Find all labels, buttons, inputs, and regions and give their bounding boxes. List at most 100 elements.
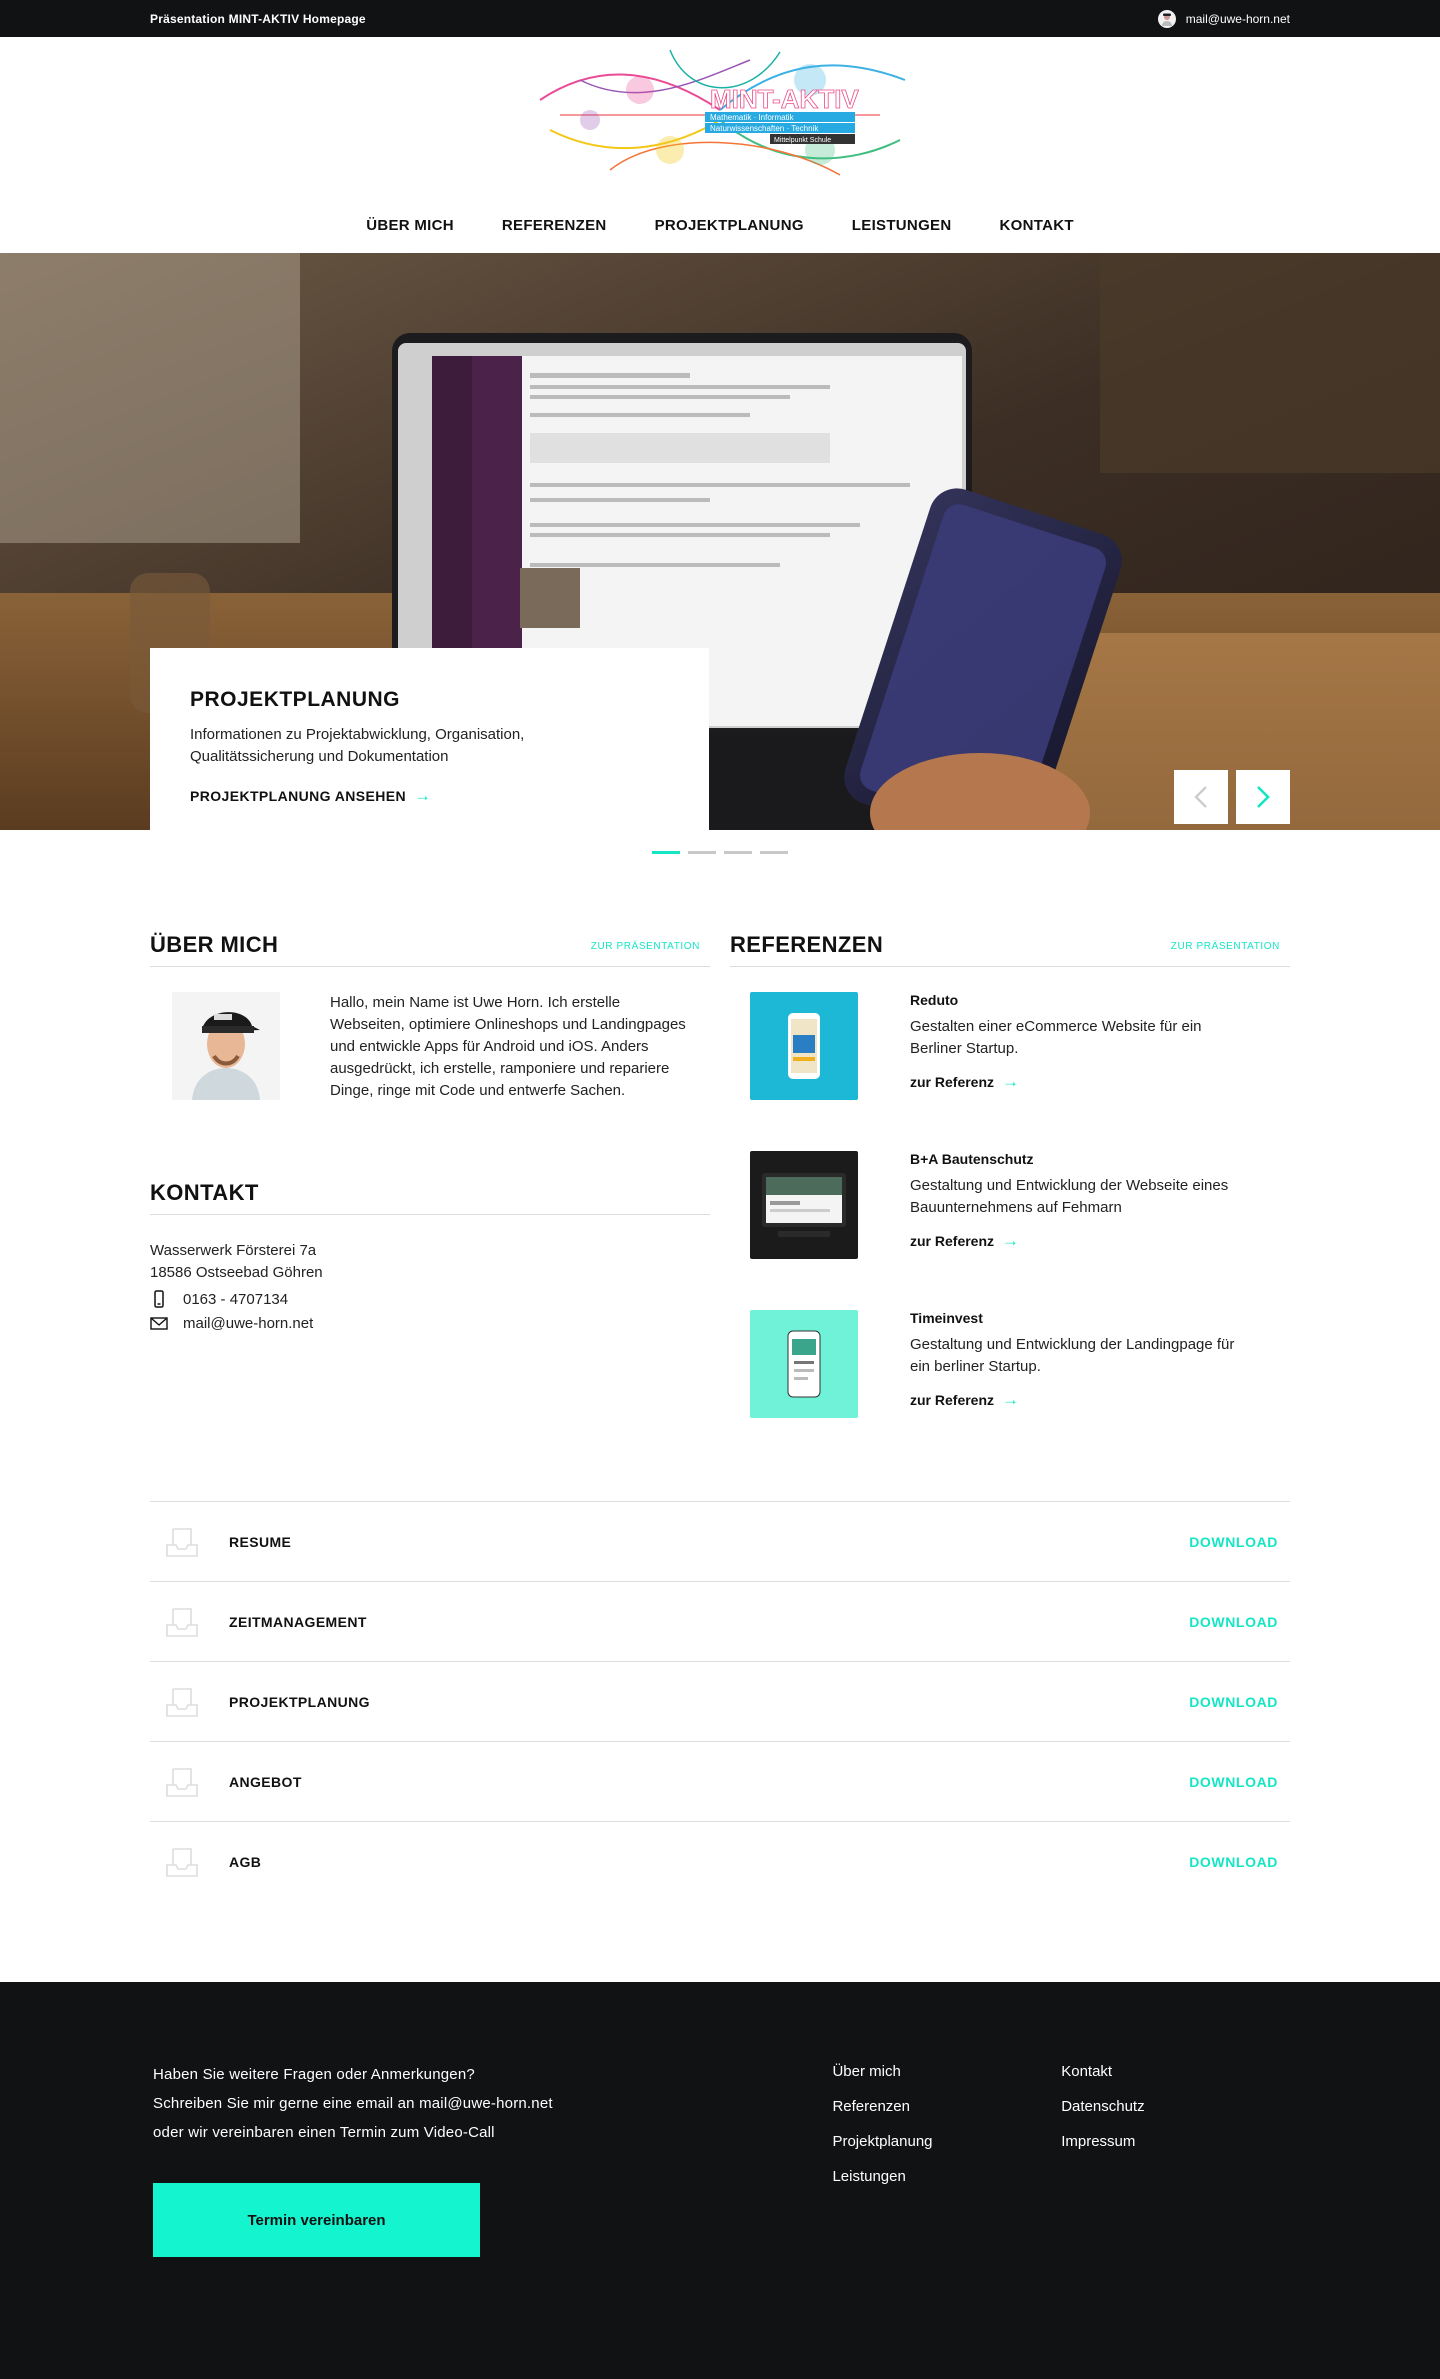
reference-thumbnail[interactable] — [750, 1310, 858, 1418]
reference-text: Gestaltung und Entwicklung der Landingpa… — [910, 1336, 1235, 1375]
reference-link[interactable]: zur Referenz → — [910, 1231, 1240, 1251]
nav-item-leistungen[interactable]: LEISTUNGEN — [852, 217, 952, 234]
logo-tagline-3: Mittelpunkt Schule — [774, 137, 831, 144]
document-tray-icon — [166, 1848, 198, 1877]
download-name: ANGEBOT — [229, 1773, 302, 1790]
nav-item-projektplanung[interactable]: PROJEKTPLANUNG — [655, 217, 804, 234]
reference-item: Reduto Gestalten einer eCommerce Website… — [730, 967, 1290, 1126]
reference-link[interactable]: zur Referenz → — [910, 1390, 1240, 1410]
top-bar: Präsentation MINT-AKTIV Homepage mail@uw… — [0, 0, 1440, 37]
document-tray-icon — [166, 1687, 198, 1717]
footer-links-1: Über mich Referenzen Projektplanung Leis… — [832, 2060, 1061, 2257]
download-row: PROJEKTPLANUNG DOWNLOAD — [150, 1662, 1290, 1742]
avatar — [1157, 9, 1176, 28]
slider-dot[interactable] — [760, 851, 788, 854]
document-tray-icon — [166, 1767, 198, 1797]
footer-link-referenzen[interactable]: Referenzen — [832, 2089, 1061, 2124]
topbar-email: mail@uwe-horn.net — [1185, 11, 1290, 26]
download-row: ZEITMANAGEMENT DOWNLOAD — [150, 1582, 1290, 1662]
downloads-list: RESUME DOWNLOAD ZEITMANAGEMENT DOWNLOAD … — [150, 1501, 1290, 1902]
mail-icon — [150, 1317, 168, 1330]
about-presentation-link[interactable]: ZUR PRÄSENTATION — [591, 941, 700, 952]
footer-link-leistungen[interactable]: Leistungen — [832, 2159, 1061, 2194]
address-city: 18586 Ostseebad Göhren — [150, 1264, 323, 1281]
footer-link-projektplanung[interactable]: Projektplanung — [832, 2124, 1061, 2159]
main-nav: ÜBER MICH REFERENZEN PROJEKTPLANUNG LEIS… — [0, 197, 1440, 253]
reference-link[interactable]: zur Referenz → — [910, 1072, 1240, 1092]
about-header: ÜBER MICH ZUR PRÄSENTATION — [150, 932, 710, 967]
footer-link-impressum[interactable]: Impressum — [1061, 2124, 1290, 2159]
arrow-right-icon: → — [413, 786, 432, 805]
download-button[interactable]: DOWNLOAD — [1189, 1854, 1278, 1870]
download-name: AGB — [229, 1854, 262, 1870]
footer-text-3: oder wir vereinbaren einen Termin zum Vi… — [153, 2124, 495, 2141]
portrait — [172, 992, 280, 1100]
reference-link-label: zur Referenz — [910, 1074, 995, 1090]
slider-dots — [0, 851, 1440, 854]
download-button[interactable]: DOWNLOAD — [1189, 1534, 1278, 1550]
document-tray-icon — [166, 1607, 198, 1637]
nav-item-kontakt[interactable]: KONTAKT — [999, 217, 1073, 234]
reference-link-label: zur Referenz — [910, 1233, 995, 1249]
download-row: ANGEBOT DOWNLOAD — [150, 1742, 1290, 1822]
contact-section: KONTAKT Wasserwerk Försterei 7a 18586 Os… — [150, 1180, 710, 1332]
topbar-email-link[interactable]: mail@uwe-horn.net — [1157, 9, 1290, 28]
site-title: Präsentation MINT-AKTIV Homepage — [150, 11, 366, 26]
slider-next-button[interactable] — [1236, 770, 1290, 824]
download-name: PROJEKTPLANUNG — [229, 1693, 370, 1710]
reference-thumbnail[interactable] — [750, 992, 858, 1100]
hero-card: PROJEKTPLANUNG Informationen zu Projekta… — [150, 648, 709, 830]
phone-icon — [154, 1290, 164, 1308]
footer-cta: Haben Sie weitere Fragen oder Anmerkunge… — [150, 2060, 832, 2257]
left-column: ÜBER MICH ZUR PRÄSENTATION Hallo, mein N… — [150, 932, 710, 1444]
footer: Haben Sie weitere Fragen oder Anmerkunge… — [0, 1982, 1440, 2379]
reference-thumbnail[interactable] — [750, 1151, 858, 1259]
download-row: AGB DOWNLOAD — [150, 1822, 1290, 1902]
email-line[interactable]: mail@uwe-horn.net — [150, 1314, 710, 1332]
phone-line[interactable]: 0163 - 4707134 — [150, 1290, 710, 1308]
contact-header: KONTAKT — [150, 1180, 710, 1215]
nav-item-referenzen[interactable]: REFERENZEN — [502, 217, 607, 234]
phone-number: 0163 - 4707134 — [183, 1290, 289, 1308]
reference-text: Gestaltung und Entwicklung der Webseite … — [910, 1177, 1229, 1216]
logo-tagline-1: Mathematik · Informatik — [710, 113, 795, 122]
footer-links-2: Kontakt Datenschutz Impressum — [1061, 2060, 1290, 2257]
slider-dot[interactable] — [652, 851, 680, 854]
footer-text-2: Schreiben Sie mir gerne eine email an ma… — [153, 2095, 553, 2112]
download-button[interactable]: DOWNLOAD — [1189, 1694, 1278, 1710]
footer-text-1: Haben Sie weitere Fragen oder Anmerkunge… — [153, 2066, 475, 2083]
reference-title: Reduto — [910, 992, 959, 1008]
hero-text: Informationen zu Projektabwicklung, Orga… — [190, 726, 525, 765]
arrow-right-icon: → — [1002, 1390, 1020, 1409]
slider-dot[interactable] — [688, 851, 716, 854]
mint-aktiv-logo[interactable]: MINT-AKTIV Mathematik · Informatik Natur… — [520, 40, 920, 195]
footer-link-datenschutz[interactable]: Datenschutz — [1061, 2089, 1290, 2124]
about-text: Hallo, mein Name ist Uwe Horn. Ich erste… — [330, 994, 686, 1099]
hero-link[interactable]: PROJEKTPLANUNG ANSEHEN → — [190, 786, 669, 806]
download-button[interactable]: DOWNLOAD — [1189, 1774, 1278, 1790]
footer-link-kontakt[interactable]: Kontakt — [1061, 2054, 1290, 2089]
logo-tagline-2: Naturwissenschaften · Technik — [710, 124, 819, 133]
hero-title: PROJEKTPLANUNG — [190, 688, 401, 711]
about-heading: ÜBER MICH — [150, 932, 279, 957]
download-name: RESUME — [229, 1533, 292, 1550]
slider-prev-button[interactable] — [1174, 770, 1228, 824]
references-presentation-link[interactable]: ZUR PRÄSENTATION — [1171, 941, 1280, 952]
logo-area[interactable]: MINT-AKTIV Mathematik · Informatik Natur… — [0, 37, 1440, 197]
hero-link-label: PROJEKTPLANUNG ANSEHEN — [190, 788, 406, 804]
appointment-button[interactable]: Termin vereinbaren — [153, 2183, 480, 2257]
download-name: ZEITMANAGEMENT — [229, 1613, 367, 1630]
footer-link-ueber-mich[interactable]: Über mich — [832, 2054, 1061, 2089]
address-street: Wasserwerk Försterei 7a — [150, 1242, 317, 1259]
reference-item: B+A Bautenschutz Gestaltung und Entwickl… — [730, 1126, 1290, 1285]
reference-item: Timeinvest Gestaltung und Entwicklung de… — [730, 1285, 1290, 1444]
download-button[interactable]: DOWNLOAD — [1189, 1614, 1278, 1630]
about-section: Hallo, mein Name ist Uwe Horn. Ich erste… — [150, 967, 710, 1102]
slider-dot[interactable] — [724, 851, 752, 854]
nav-item-ueber-mich[interactable]: ÜBER MICH — [366, 217, 454, 234]
reference-title: B+A Bautenschutz — [910, 1151, 1034, 1167]
reference-link-label: zur Referenz — [910, 1392, 995, 1408]
document-tray-icon — [166, 1527, 198, 1557]
logo-title: MINT-AKTIV — [710, 84, 859, 114]
references-heading: REFERENZEN — [730, 932, 884, 957]
